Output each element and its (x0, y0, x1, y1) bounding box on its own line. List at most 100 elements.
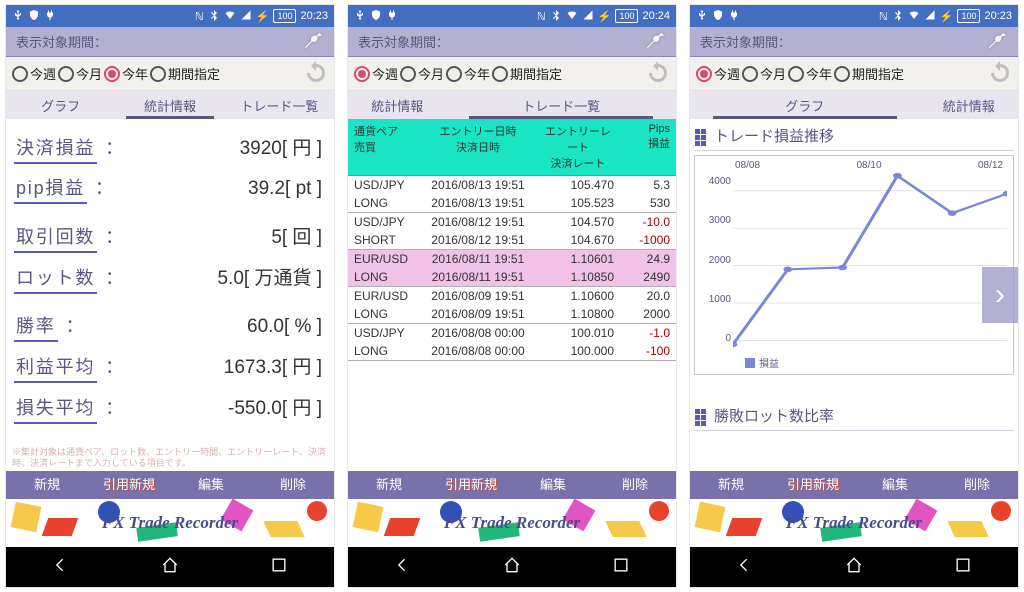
trade-row[interactable]: USD/JPY2016/08/13 19:51105.4705.3LONG201… (348, 176, 676, 213)
radio-custom-range[interactable]: 期間指定 (150, 64, 220, 83)
bluetooth-icon (208, 9, 220, 24)
bottom-action-bar: 新規 引用新規 編集 削除 (348, 471, 676, 499)
shield-icon (712, 9, 724, 24)
nav-back-icon[interactable] (735, 555, 755, 580)
drag-handle-icon[interactable] (694, 129, 708, 143)
banner-text: FX Trade Recorder (444, 513, 580, 533)
radio-this-month[interactable]: 今月 (58, 64, 102, 83)
next-chart-arrow[interactable]: › (982, 267, 1018, 323)
tab-trade-list[interactable]: トレード一覧 (225, 92, 334, 119)
trade-row[interactable]: USD/JPY2016/08/08 00:00100.010-1.0LONG20… (348, 324, 676, 361)
nav-home-icon[interactable] (844, 555, 864, 580)
chart-title-row: トレード損益推移 (694, 125, 1014, 151)
refresh-icon[interactable] (988, 60, 1012, 87)
trade-list-content: 通貨ペア売買 エントリー日時決済日時 エントリーレート決済レート Pips損益 … (348, 119, 676, 471)
settings-wrench-icon[interactable] (302, 29, 324, 54)
radio-this-year[interactable]: 今年 (104, 64, 148, 83)
action-quote-new[interactable]: 引用新規 (430, 471, 512, 499)
android-statusbar: ℕ ⚡ 100 20:23 (690, 5, 1018, 27)
radio-this-month[interactable]: 今月 (742, 64, 786, 83)
action-new[interactable]: 新規 (348, 471, 430, 499)
period-radio-bar: 今週 今月 今年 期間指定 (348, 57, 676, 91)
battery-indicator: 100 (957, 9, 980, 23)
nav-home-icon[interactable] (502, 555, 522, 580)
header-bar: 表示対象期間： (6, 27, 334, 57)
radio-custom-range[interactable]: 期間指定 (492, 64, 562, 83)
chart-plot-area (733, 172, 1007, 348)
bluetooth-icon (892, 9, 904, 24)
action-quote-new[interactable]: 引用新規 (772, 471, 854, 499)
tab-stats[interactable]: 統計情報 (348, 92, 446, 119)
clock: 20:23 (984, 10, 1012, 22)
android-navbar (348, 547, 676, 587)
header-title: 表示対象期間： (16, 32, 107, 51)
header-bar: 表示対象期間： (348, 27, 676, 57)
action-delete[interactable]: 削除 (252, 471, 334, 499)
app-banner: FX Trade Recorder (6, 499, 334, 547)
action-edit[interactable]: 編集 (512, 471, 594, 499)
nav-back-icon[interactable] (51, 555, 71, 580)
action-delete[interactable]: 削除 (594, 471, 676, 499)
nav-recent-icon[interactable] (953, 555, 973, 580)
tab-stats[interactable]: 統計情報 (920, 92, 1018, 119)
plug-icon (386, 9, 398, 24)
screen-3-graph: ℕ ⚡ 100 20:23 表示対象期間： 今週 今月 今年 期間指定 グラフ … (689, 4, 1019, 588)
radio-this-year[interactable]: 今年 (788, 64, 832, 83)
radio-this-week[interactable]: 今週 (696, 64, 740, 83)
chart-title: トレード損益推移 (714, 125, 834, 146)
period-radio-bar: 今週 今月 今年 期間指定 (6, 57, 334, 91)
plug-icon (728, 9, 740, 24)
radio-this-week[interactable]: 今週 (354, 64, 398, 83)
bottom-action-bar: 新規 引用新規 編集 削除 (6, 471, 334, 499)
stat-row: ロット数：5.0[ 万通貨 ] (14, 263, 326, 294)
radio-custom-range[interactable]: 期間指定 (834, 64, 904, 83)
trade-row[interactable]: USD/JPY2016/08/12 19:51104.570-10.0SHORT… (348, 213, 676, 250)
chart-x-axis: 08/08 08/10 08/12 (735, 160, 1003, 171)
tab-stats[interactable]: 統計情報 (115, 92, 224, 119)
android-navbar (6, 547, 334, 587)
nav-recent-icon[interactable] (269, 555, 289, 580)
shield-icon (28, 9, 40, 24)
tab-graph[interactable]: グラフ (6, 92, 115, 119)
tab-trade-list[interactable]: トレード一覧 (446, 92, 676, 119)
stat-row: pip損益：39.2[ pt ] (14, 174, 326, 204)
profit-loss-chart[interactable]: 08/08 08/10 08/12 4000 3000 2000 1000 0 … (694, 155, 1014, 375)
drag-handle-icon[interactable] (694, 409, 708, 423)
wifi-icon (566, 9, 578, 24)
nfc-icon: ℕ (537, 10, 546, 23)
chart-legend: 損益 (745, 355, 779, 370)
action-edit[interactable]: 編集 (170, 471, 252, 499)
action-quote-new[interactable]: 引用新規 (88, 471, 170, 499)
clock: 20:23 (300, 10, 328, 22)
trade-row[interactable]: EUR/USD2016/08/11 19:511.1060124.9LONG20… (348, 250, 676, 287)
radio-this-week[interactable]: 今週 (12, 64, 56, 83)
action-new[interactable]: 新規 (6, 471, 88, 499)
action-delete[interactable]: 削除 (936, 471, 1018, 499)
stats-content: 決済損益：3920[ 円 ] pip損益：39.2[ pt ] 取引回数：5[ … (6, 119, 334, 471)
nav-back-icon[interactable] (393, 555, 413, 580)
refresh-icon[interactable] (646, 60, 670, 87)
chart-title-2: 勝敗ロット数比率 (714, 405, 834, 426)
settings-wrench-icon[interactable] (986, 29, 1008, 54)
bottom-action-bar: 新規 引用新規 編集 削除 (690, 471, 1018, 499)
radio-this-month[interactable]: 今月 (400, 64, 444, 83)
header-bar: 表示対象期間： (690, 27, 1018, 57)
nav-recent-icon[interactable] (611, 555, 631, 580)
stats-footnote: ※集計対象は通貨ペア、ロット数、エントリー時間、エントリーレート、決済時、決済レ… (12, 447, 328, 469)
charge-icon: ⚡ (598, 10, 612, 23)
android-statusbar: ℕ ⚡ 100 20:24 (348, 5, 676, 27)
action-new[interactable]: 新規 (690, 471, 772, 499)
banner-text: FX Trade Recorder (786, 513, 922, 533)
trade-row[interactable]: EUR/USD2016/08/09 19:511.1060020.0LONG20… (348, 287, 676, 324)
nav-home-icon[interactable] (160, 555, 180, 580)
refresh-icon[interactable] (304, 60, 328, 87)
battery-indicator: 100 (615, 9, 638, 23)
wifi-icon (224, 9, 236, 24)
stat-row: 決済損益：3920[ 円 ] (14, 133, 326, 164)
tab-graph[interactable]: グラフ (690, 92, 920, 119)
header-title: 表示対象期間： (700, 32, 791, 51)
trade-table-header: 通貨ペア売買 エントリー日時決済日時 エントリーレート決済レート Pips損益 (348, 119, 676, 176)
radio-this-year[interactable]: 今年 (446, 64, 490, 83)
action-edit[interactable]: 編集 (854, 471, 936, 499)
settings-wrench-icon[interactable] (644, 29, 666, 54)
